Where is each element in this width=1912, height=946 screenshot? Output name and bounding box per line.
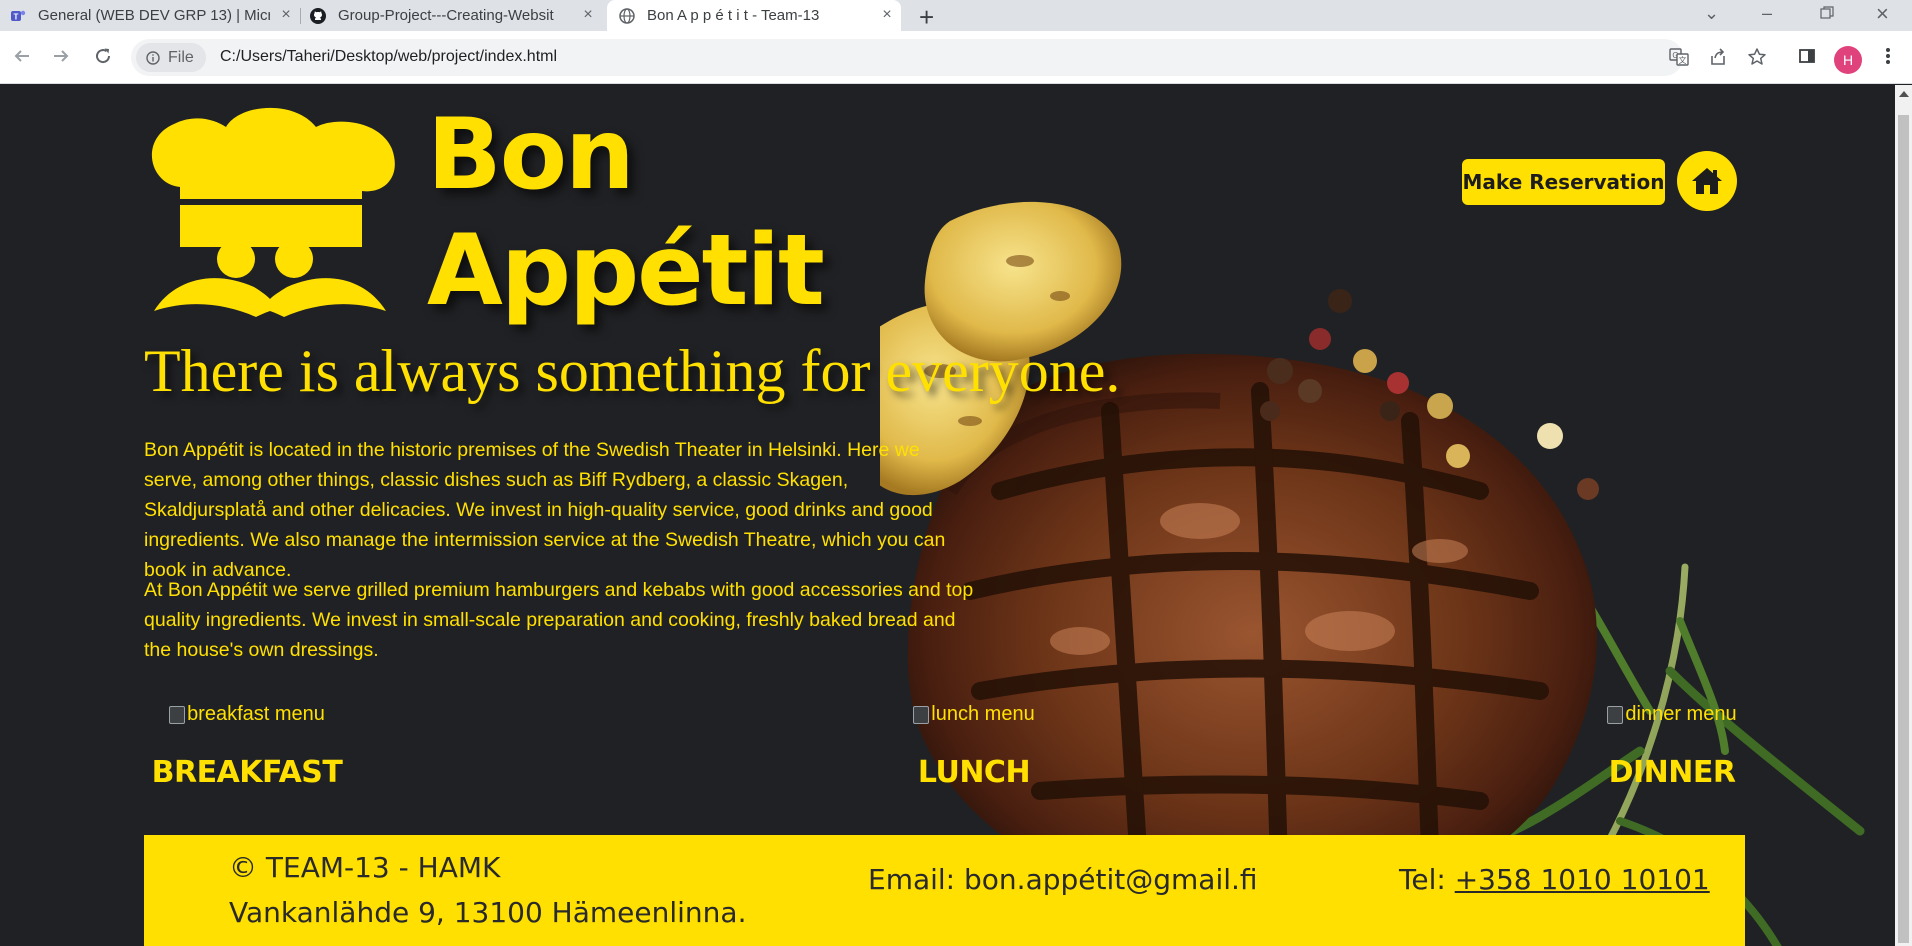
- tab-github[interactable]: Group-Project---Creating-Websit ×: [310, 0, 602, 31]
- footer-address: Vankanlähde 9, 13100 Hämeenlinna.: [229, 896, 747, 929]
- tab-title: General (WEB DEV GRP 13) | Micr: [38, 7, 270, 24]
- back-icon[interactable]: [10, 44, 34, 68]
- make-reservation-button[interactable]: Make Reservation: [1462, 159, 1665, 205]
- site-footer: © TEAM-13 - HAMK Vankanlähde 9, 13100 Hä…: [144, 835, 1745, 946]
- dinner-menu-image[interactable]: dinner menu: [1607, 703, 1737, 726]
- home-button[interactable]: [1677, 151, 1737, 211]
- chef-hat-logo: [151, 107, 395, 317]
- forward-icon[interactable]: [49, 44, 73, 68]
- browser-toolbar: File C:/Users/Taheri/Desktop/web/project…: [0, 31, 1912, 84]
- share-icon[interactable]: [1706, 45, 1730, 69]
- brand-line-2: Appétit: [427, 214, 825, 328]
- tab-title: Group-Project---Creating-Websit: [338, 7, 554, 24]
- scrollbar-thumb[interactable]: [1898, 115, 1909, 943]
- brand-title: Bon Appétit: [427, 97, 825, 329]
- minimize-icon[interactable]: –: [1762, 3, 1772, 24]
- tab-teams[interactable]: T General (WEB DEV GRP 13) | Micr ×: [10, 0, 301, 31]
- scroll-up-arrow-icon[interactable]: [1899, 91, 1909, 97]
- close-tab-icon[interactable]: ×: [580, 7, 596, 23]
- page-viewport: Bon Appétit Make Reservation There is al…: [0, 85, 1895, 946]
- footer-email: Email: bon.appétit@gmail.fi: [868, 863, 1258, 896]
- close-tab-icon[interactable]: ×: [278, 7, 294, 23]
- tab-search-icon[interactable]: ⌄: [1704, 3, 1719, 24]
- brand-line-1: Bon: [427, 98, 635, 212]
- page-scrollbar[interactable]: [1895, 85, 1912, 946]
- tab-separator: [300, 8, 301, 24]
- svg-text:T: T: [14, 12, 19, 21]
- github-icon: [310, 7, 326, 24]
- broken-image-icon: [1607, 705, 1624, 724]
- new-tab-button[interactable]: +: [919, 2, 934, 33]
- restore-icon[interactable]: [1820, 4, 1834, 25]
- tab-bon-appetit[interactable]: Bon A p p é t i t - Team-13 ×: [607, 0, 901, 31]
- footer-phone-label: Tel:: [1399, 863, 1455, 896]
- lunch-menu-image[interactable]: lunch menu: [913, 703, 1035, 726]
- breakfast-label[interactable]: BREAKFAST: [150, 755, 344, 790]
- steak-hero-image: [880, 201, 1865, 946]
- lunch-menu[interactable]: lunch menu LUNCH: [892, 703, 1056, 790]
- footer-contact-block: © TEAM-13 - HAMK Vankanlähde 9, 13100 Hä…: [229, 845, 746, 935]
- teams-icon: T: [10, 8, 26, 24]
- url-text[interactable]: C:/Users/Taheri/Desktop/web/project/inde…: [220, 48, 557, 66]
- side-panel-icon[interactable]: [1795, 44, 1819, 68]
- footer-copyright: © TEAM-13 - HAMK: [229, 851, 501, 884]
- svg-text:文: 文: [1679, 55, 1687, 65]
- site-info-chip[interactable]: File: [136, 43, 206, 72]
- globe-icon: [619, 7, 635, 24]
- dinner-label[interactable]: DINNER: [1598, 755, 1746, 790]
- close-window-icon[interactable]: ×: [1876, 1, 1889, 27]
- address-bar[interactable]: File C:/Users/Taheri/Desktop/web/project…: [131, 39, 1766, 76]
- more-menu-icon[interactable]: [1876, 44, 1900, 68]
- info-icon: [146, 50, 160, 65]
- menu-paragraph: At Bon Appétit we serve grilled premium …: [144, 579, 974, 661]
- broken-image-icon: [913, 705, 930, 724]
- translate-icon[interactable]: G文: [1667, 45, 1691, 69]
- footer-phone: Tel: +358 1010 10101: [1399, 863, 1710, 896]
- home-icon: [1692, 168, 1722, 194]
- lunch-label[interactable]: LUNCH: [892, 755, 1056, 790]
- bookmark-star-icon[interactable]: [1745, 45, 1769, 69]
- footer-phone-link[interactable]: +358 1010 10101: [1455, 863, 1710, 896]
- breakfast-menu-image[interactable]: breakfast menu: [169, 703, 325, 726]
- reload-icon[interactable]: [91, 44, 115, 68]
- browser-tab-strip: T General (WEB DEV GRP 13) | Micr × Grou…: [0, 0, 1912, 33]
- profile-avatar[interactable]: H: [1834, 46, 1862, 74]
- dinner-menu[interactable]: dinner menu DINNER: [1598, 703, 1746, 790]
- chip-label: File: [168, 48, 194, 66]
- tagline: There is always something for everyone.: [144, 338, 1121, 404]
- broken-image-icon: [169, 705, 186, 724]
- breakfast-menu[interactable]: breakfast menu BREAKFAST: [150, 703, 344, 790]
- tab-title: Bon A p p é t i t - Team-13: [647, 7, 820, 24]
- close-tab-icon[interactable]: ×: [879, 7, 895, 23]
- intro-paragraph: Bon Appétit is located in the historic p…: [144, 439, 946, 581]
